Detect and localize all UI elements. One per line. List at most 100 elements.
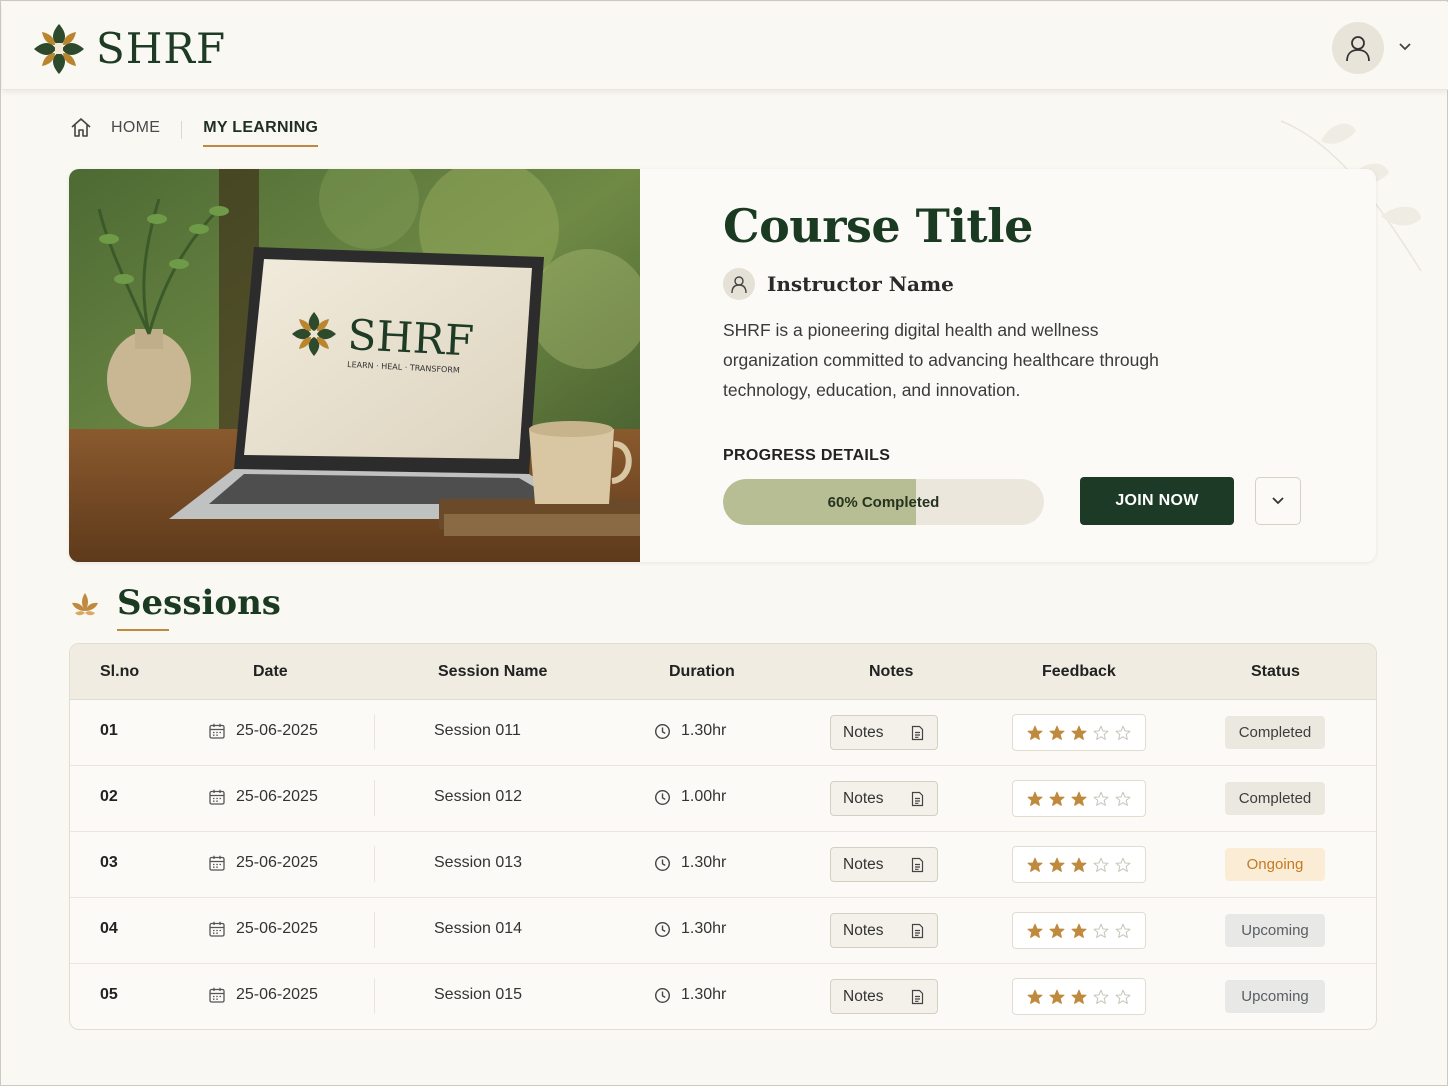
star-icon[interactable] xyxy=(1093,857,1109,873)
notes-button[interactable]: Notes xyxy=(830,913,938,948)
user-icon xyxy=(1346,36,1370,62)
notes-button[interactable]: Notes xyxy=(830,979,938,1014)
star-icon[interactable] xyxy=(1027,857,1043,873)
column-divider xyxy=(374,978,375,1014)
join-now-button[interactable]: JOIN NOW xyxy=(1080,477,1234,525)
star-icon[interactable] xyxy=(1115,725,1131,741)
star-icon[interactable] xyxy=(1049,923,1065,939)
cell-date: 25-06-2025 xyxy=(208,920,318,938)
column-divider xyxy=(374,714,375,750)
column-header-status: Status xyxy=(1251,663,1300,680)
feedback-rating[interactable] xyxy=(1012,714,1146,751)
chevron-down-icon[interactable] xyxy=(1398,40,1412,54)
column-header-duration: Duration xyxy=(669,663,735,680)
course-cover-image: SHRF LEARN · HEAL · TRANSFORM xyxy=(69,169,640,562)
cell-session-name: Session 012 xyxy=(434,788,523,805)
star-icon[interactable] xyxy=(1049,857,1065,873)
notes-button[interactable]: Notes xyxy=(830,847,938,882)
cell-date-text: 25-06-2025 xyxy=(236,854,318,871)
star-icon[interactable] xyxy=(1115,923,1131,939)
breadcrumb: HOME MY LEARNING xyxy=(69,115,319,155)
star-icon[interactable] xyxy=(1049,725,1065,741)
cell-duration-text: 1.30hr xyxy=(681,722,727,739)
cell-slno: 02 xyxy=(100,788,118,805)
notes-button[interactable]: Notes xyxy=(830,715,938,750)
table-row: 03 25-06-2025 Session 013 1.30hr Notes Ongoin… xyxy=(70,832,1376,898)
svg-text:SHRF: SHRF xyxy=(346,310,475,366)
star-icon[interactable] xyxy=(1027,923,1043,939)
star-icon[interactable] xyxy=(1093,791,1109,807)
top-header: SHRF xyxy=(2,2,1448,90)
cell-session-name: Session 013 xyxy=(434,854,523,871)
column-header-date: Date xyxy=(253,663,288,680)
cell-date-text: 25-06-2025 xyxy=(236,722,318,739)
column-divider xyxy=(374,846,375,882)
notes-button-label: Notes xyxy=(843,921,884,939)
home-icon[interactable] xyxy=(69,116,93,140)
brand-logo[interactable]: SHRF xyxy=(32,22,226,76)
star-icon[interactable] xyxy=(1093,989,1109,1005)
status-badge: Upcoming xyxy=(1225,980,1325,1013)
breadcrumb-my-learning-tab[interactable]: MY LEARNING xyxy=(203,119,319,147)
sessions-title: Sessions xyxy=(117,583,281,623)
star-icon[interactable] xyxy=(1093,923,1109,939)
column-header-session-name: Session Name xyxy=(438,663,548,680)
notes-button[interactable]: Notes xyxy=(830,781,938,816)
lotus-icon xyxy=(72,593,98,616)
star-icon[interactable] xyxy=(1071,989,1087,1005)
star-icon[interactable] xyxy=(1027,989,1043,1005)
chevron-down-icon xyxy=(1272,497,1284,505)
user-avatar-button[interactable] xyxy=(1332,22,1384,74)
status-badge: Ongoing xyxy=(1225,848,1325,881)
notes-button-label: Notes xyxy=(843,789,884,807)
app-frame: SHRF HOME MY LEARNING SHRF LEARN · HEAL … xyxy=(0,0,1448,1086)
course-options-dropdown[interactable] xyxy=(1255,477,1301,525)
document-icon xyxy=(911,791,924,807)
course-title: Course Title xyxy=(723,199,1033,253)
calendar-icon xyxy=(209,855,225,871)
star-icon[interactable] xyxy=(1115,791,1131,807)
document-icon xyxy=(911,989,924,1005)
sessions-title-underline xyxy=(117,629,169,631)
breadcrumb-home-link[interactable]: HOME xyxy=(111,119,160,137)
cell-session-name: Session 011 xyxy=(434,722,521,739)
notes-button-label: Notes xyxy=(843,855,884,873)
document-icon xyxy=(911,857,924,873)
cell-slno: 01 xyxy=(100,722,118,739)
star-icon[interactable] xyxy=(1071,725,1087,741)
cell-date: 25-06-2025 xyxy=(208,722,318,740)
cell-duration: 1.30hr xyxy=(654,986,726,1004)
cell-slno: 04 xyxy=(100,920,118,937)
column-header-slno: Sl.no xyxy=(100,663,140,680)
course-description: SHRF is a pioneering digital health and … xyxy=(723,320,1159,400)
feedback-rating[interactable] xyxy=(1012,846,1146,883)
star-icon[interactable] xyxy=(1115,857,1131,873)
feedback-rating[interactable] xyxy=(1012,912,1146,949)
calendar-icon xyxy=(209,987,225,1003)
star-icon[interactable] xyxy=(1093,725,1109,741)
breadcrumb-divider xyxy=(181,121,183,139)
star-icon[interactable] xyxy=(1049,989,1065,1005)
star-icon[interactable] xyxy=(1071,857,1087,873)
star-icon[interactable] xyxy=(1027,791,1043,807)
sessions-table: Sl.no Date Session Name Duration Notes F… xyxy=(69,643,1377,1030)
star-icon[interactable] xyxy=(1071,791,1087,807)
progress-text: 60% Completed xyxy=(827,493,940,511)
cell-date: 25-06-2025 xyxy=(208,788,318,806)
feedback-rating[interactable] xyxy=(1012,978,1146,1015)
progress-bar: 60% Completed xyxy=(723,479,1044,525)
cell-duration-text: 1.30hr xyxy=(681,854,727,871)
cell-date: 25-06-2025 xyxy=(208,986,318,1004)
star-icon[interactable] xyxy=(1027,725,1043,741)
calendar-icon xyxy=(209,723,225,739)
cell-date-text: 25-06-2025 xyxy=(236,920,318,937)
cell-slno: 03 xyxy=(100,854,118,871)
clock-icon xyxy=(654,855,671,871)
column-divider xyxy=(374,780,375,816)
feedback-rating[interactable] xyxy=(1012,780,1146,817)
star-icon[interactable] xyxy=(1115,989,1131,1005)
column-header-feedback: Feedback xyxy=(1042,663,1116,680)
cell-slno: 05 xyxy=(100,986,118,1003)
star-icon[interactable] xyxy=(1071,923,1087,939)
star-icon[interactable] xyxy=(1049,791,1065,807)
